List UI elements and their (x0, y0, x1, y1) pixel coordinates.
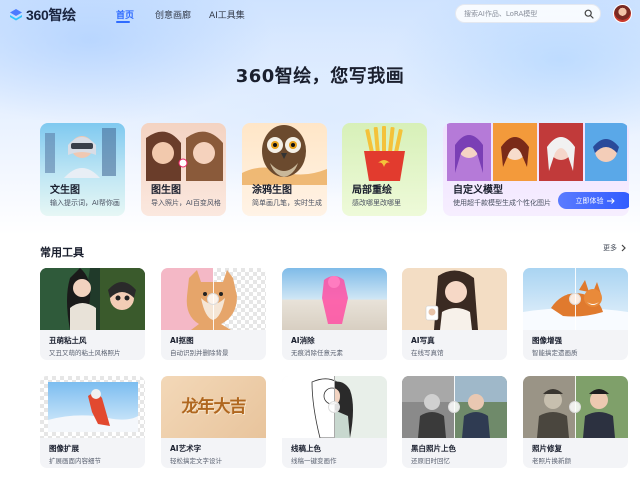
tool-thumbnail (161, 268, 266, 330)
feature-label: 局部重绘 (352, 185, 392, 196)
tool-desc: 智能搞定遗画质 (532, 349, 578, 357)
tool-name: AI抠图 (170, 336, 194, 345)
tool-desc: 线稿一键变画作 (291, 457, 337, 465)
tool-thumbnail (282, 376, 387, 438)
tools-section-title: 常用工具 (40, 246, 84, 259)
tool-thumbnail (402, 268, 507, 330)
top-nav: 360智绘 首页 创意画廊 AI工具集 (0, 0, 640, 28)
tool-name: 照片修复 (532, 444, 562, 453)
search-box (455, 4, 601, 23)
tool-thumbnail (523, 268, 628, 330)
feature-desc: 感改哪里改哪里 (352, 199, 401, 207)
tool-card-clay-style[interactable]: 丑萌粘土风 又丑又萌的粘土风格照片 (40, 268, 145, 360)
tool-desc: 老照片换新颜 (532, 457, 571, 465)
feature-desc: 使用超千款模型生成个性化图片 (453, 199, 551, 207)
tool-card-art-text[interactable]: 龙年大吉 AI艺术字 轻松搞定文字设计 (161, 376, 266, 468)
search-input[interactable] (464, 7, 579, 21)
chevron-right-icon (621, 244, 626, 252)
tool-card-photo-restore[interactable]: 照片修复 老照片换新颜 (523, 376, 628, 468)
tool-desc: 轻松搞定文字设计 (170, 457, 222, 465)
tool-name: 线稿上色 (291, 444, 321, 453)
tool-card-lineart-color[interactable]: 线稿上色 线稿一键变画作 (282, 376, 387, 468)
logo[interactable]: 360智绘 (9, 5, 76, 25)
feature-card-image-to-image[interactable]: 图生图 导入照片，AI百变风格 (141, 123, 226, 216)
try-now-button[interactable]: 立即体验 (558, 192, 629, 209)
tool-desc: 又丑又萌的粘土风格照片 (49, 349, 121, 357)
search-icon[interactable] (584, 9, 594, 19)
logo-icon (10, 9, 22, 21)
tool-name: 图像扩展 (49, 444, 79, 453)
try-now-label: 立即体验 (575, 196, 604, 205)
tool-thumbnail (40, 376, 145, 438)
tool-card-erase[interactable]: AI消除 无痕消除任意元素 (282, 268, 387, 360)
tool-name: 图像增强 (532, 336, 562, 345)
more-link[interactable]: 更多 (603, 243, 626, 253)
tool-desc: 还原旧时回忆 (411, 457, 450, 465)
nav-gallery[interactable]: 创意画廊 (155, 8, 191, 21)
tool-name: 丑萌粘土风 (49, 336, 87, 345)
nav-home[interactable]: 首页 (116, 8, 134, 21)
tool-name: AI消除 (291, 336, 315, 345)
logo-text: 360智绘 (26, 7, 76, 23)
tool-desc: 在线写真馆 (411, 349, 444, 357)
feature-label: 自定义模型 (453, 185, 503, 196)
hero-title: 360智绘，您写我画 (235, 66, 405, 87)
feature-card-inpaint[interactable]: 局部重绘 感改哪里改哪里 (342, 123, 427, 216)
tool-thumbnail: 龙年大吉 (161, 376, 266, 438)
nav-active-indicator (116, 21, 130, 23)
tool-card-bw-colorize[interactable]: 黑白照片上色 还原旧时回忆 (402, 376, 507, 468)
tool-card-portrait[interactable]: AI写真 在线写真馆 (402, 268, 507, 360)
feature-label: 涂鸦生图 (252, 185, 292, 196)
tool-card-enhance[interactable]: 图像增强 智能搞定遗画质 (523, 268, 628, 360)
tool-card-cutout[interactable]: AI抠图 自动识别并删除背景 (161, 268, 266, 360)
feature-desc: 简单画几笔，实时生成 (252, 199, 322, 207)
tool-desc: 无痕消除任意元素 (291, 349, 343, 357)
feature-label: 文生图 (50, 185, 80, 196)
tool-name: AI写真 (411, 336, 435, 345)
tool-thumbnail (282, 268, 387, 330)
feature-card-doodle[interactable]: 涂鸦生图 简单画几笔，实时生成 (242, 123, 327, 216)
tool-desc: 自动识别并删除背景 (170, 349, 229, 357)
nav-ai-tools[interactable]: AI工具集 (209, 8, 245, 21)
tool-card-expand[interactable]: 图像扩展 扩展画面内容细节 (40, 376, 145, 468)
feature-card-text-to-image[interactable]: 文生图 输入提示词，AI帮你画 (40, 123, 125, 216)
user-avatar[interactable] (613, 4, 632, 23)
tool-name: AI艺术字 (170, 444, 202, 453)
tool-thumbnail (523, 376, 628, 438)
feature-desc: 导入照片，AI百变风格 (151, 199, 221, 207)
feature-desc: 输入提示词，AI帮你画 (50, 199, 120, 207)
tool-desc: 扩展画面内容细节 (49, 457, 101, 465)
tool-name: 黑白照片上色 (411, 444, 456, 453)
art-text-calligraphy: 龙年大吉 (181, 397, 247, 417)
tool-thumbnail (40, 268, 145, 330)
more-label: 更多 (603, 244, 617, 252)
feature-label: 图生图 (151, 185, 181, 196)
arrow-right-icon (606, 197, 615, 204)
feature-card-custom-model[interactable]: 自定义模型 使用超千款模型生成个性化图片 立即体验 (443, 123, 629, 216)
tool-thumbnail (402, 376, 507, 438)
